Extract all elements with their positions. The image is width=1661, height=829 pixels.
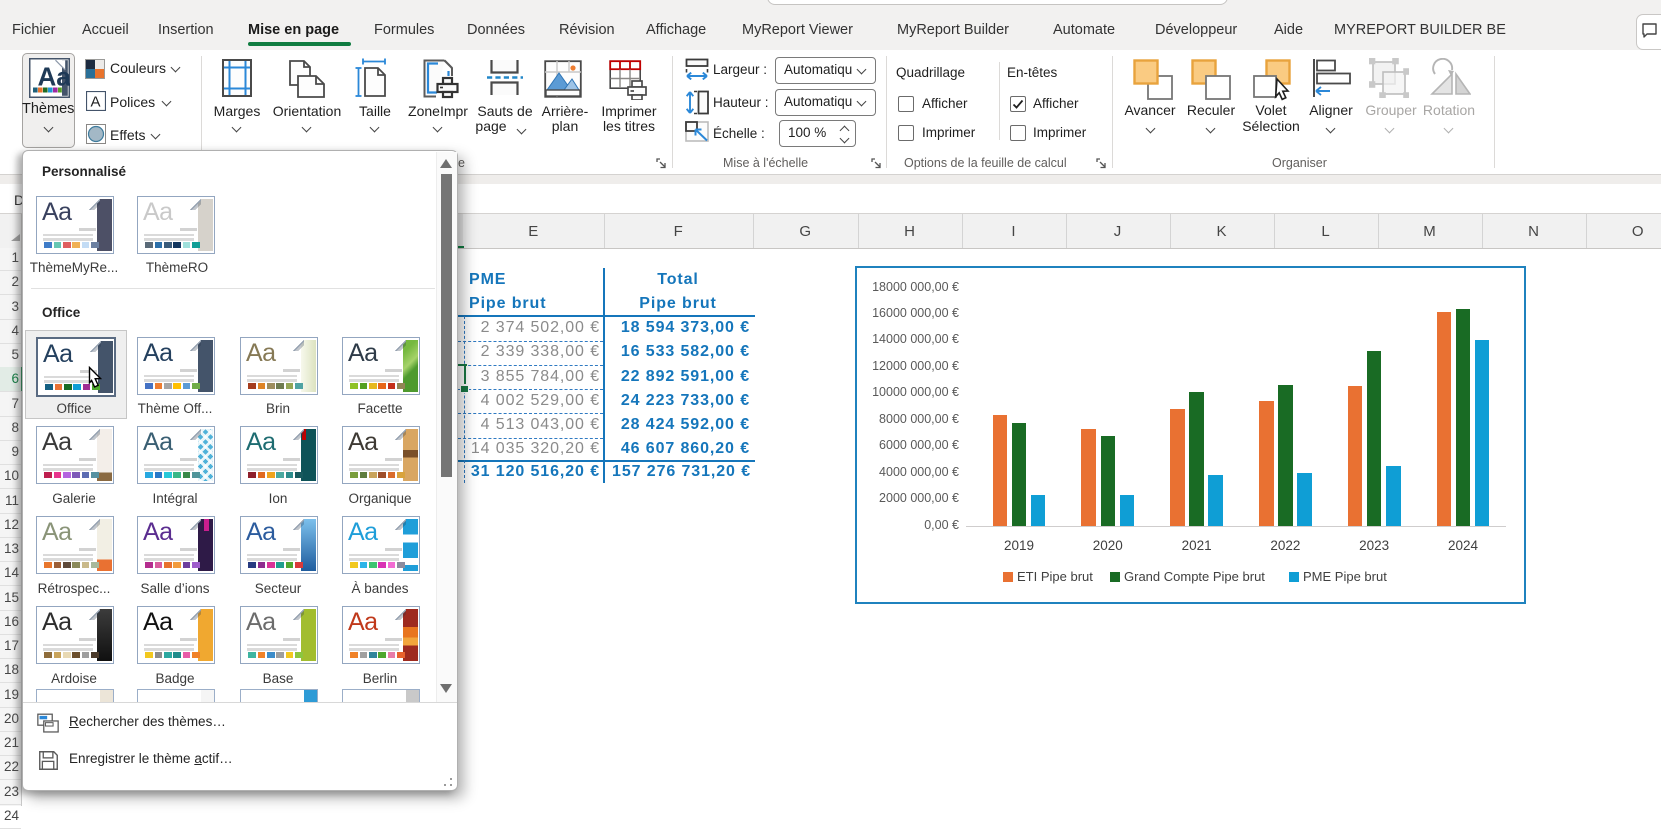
svg-text:A: A	[91, 94, 101, 111]
svg-text:Aa: Aa	[38, 62, 71, 92]
